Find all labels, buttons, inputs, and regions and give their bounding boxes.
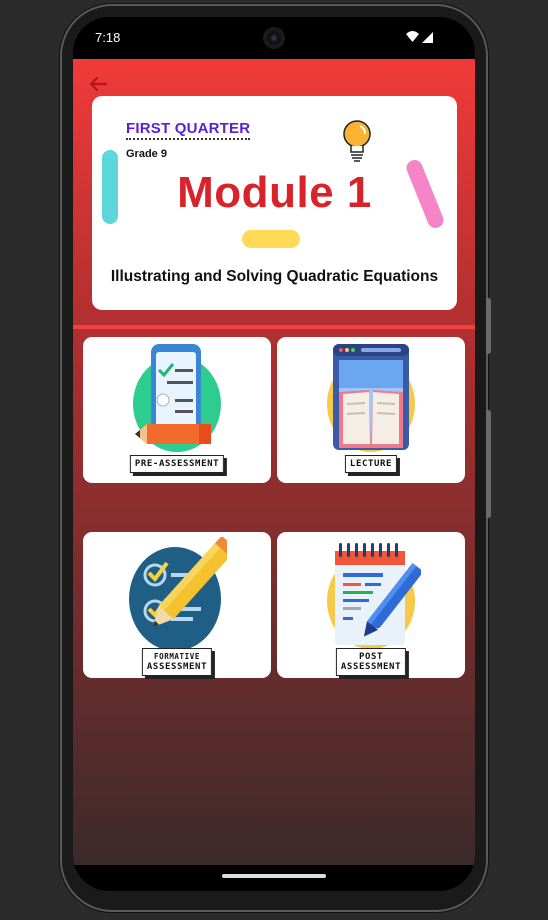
lecture-label: LECTURE [344,455,398,473]
power-button [486,410,491,518]
signal-wifi-icon [406,31,433,43]
module-subtitle: Illustrating and Solving Quadratic Equat… [110,268,439,285]
module-screen: FIRST QUARTER Grade 9 Module 1 Illustrat… [73,59,475,865]
post-label-line2: ASSESSMENT [340,662,402,672]
front-camera [263,27,285,49]
back-button[interactable] [87,73,111,97]
status-time: 7:18 [95,30,121,45]
lightbulb-icon [343,120,371,162]
formative-assessment-label: FORMATIVE ASSESSMENT [141,648,213,676]
status-bar: 7:18 [73,17,475,59]
arrow-left-icon [89,76,108,92]
volume-button [486,298,491,354]
device-screen: 7:18 FIRST QUARTER Grade 9 Module 1 Illu… [73,17,475,891]
module-title: Module 1 [177,168,372,217]
decorative-yellow-pill [242,230,300,248]
lecture-tile[interactable]: LECTURE [277,337,465,483]
home-gesture-bar[interactable] [222,874,326,878]
checklist-phone-icon [133,344,221,452]
post-assessment-label: POST ASSESSMENT [335,648,407,676]
checklist-pencil-icon [129,537,227,649]
grade-label: Grade 9 [126,148,167,160]
notepad-pen-icon [327,543,421,649]
section-divider [73,325,475,329]
pre-assessment-tile[interactable]: PRE-ASSESSMENT [83,337,271,483]
post-assessment-tile[interactable]: POST ASSESSMENT [277,532,465,678]
quarter-label: FIRST QUARTER [126,120,251,140]
formative-label-line1: FORMATIVE [153,652,201,661]
post-label-line1: POST [358,652,384,662]
formative-assessment-tile[interactable]: FORMATIVE ASSESSMENT [83,532,271,678]
navigation-bar [73,865,475,891]
pre-assessment-label: PRE-ASSESSMENT [129,455,225,473]
open-book-icon [327,344,415,452]
formative-label-line2: ASSESSMENT [146,662,208,672]
module-banner: FIRST QUARTER Grade 9 Module 1 Illustrat… [92,96,457,310]
